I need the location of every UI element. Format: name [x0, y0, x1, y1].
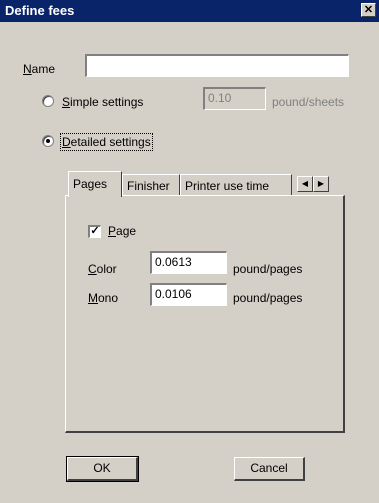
tab-scroll-left-button[interactable]: ◀ — [297, 176, 313, 192]
mono-fee-input[interactable]: 0.0106 — [150, 283, 227, 306]
color-label: Color — [88, 262, 117, 276]
mono-label: Mono — [88, 291, 119, 305]
ok-button[interactable]: OK — [66, 456, 139, 482]
close-icon: ✕ — [363, 4, 374, 16]
radio-selected-dot — [46, 139, 50, 143]
close-button[interactable]: ✕ — [361, 3, 376, 17]
arrow-right-icon: ▶ — [317, 179, 325, 188]
tab-finisher[interactable]: Finisher — [122, 174, 180, 196]
detailed-settings-label[interactable]: Detailed settings — [60, 133, 153, 151]
cancel-button[interactable]: Cancel — [234, 457, 305, 481]
title-bar[interactable]: Define fees ✕ — [0, 0, 379, 22]
page-checkbox-label[interactable]: Page — [108, 224, 136, 238]
simple-settings-unit: pound/sheets — [272, 95, 345, 109]
color-fee-input[interactable]: 0.0613 — [150, 251, 227, 274]
checkmark-icon: ✓ — [90, 225, 100, 237]
name-input[interactable] — [85, 54, 349, 77]
simple-settings-label[interactable]: Simple settings — [62, 95, 143, 109]
page-checkbox[interactable]: ✓ — [88, 225, 101, 238]
tab-printer-use-time[interactable]: Printer use time — [180, 174, 292, 196]
name-label: Name — [23, 62, 56, 76]
window-title: Define fees — [5, 3, 75, 18]
detailed-settings-radio[interactable] — [42, 135, 54, 147]
simple-settings-input: 0.10 — [203, 87, 266, 110]
color-unit: pound/pages — [233, 262, 303, 276]
tab-scroll-right-button[interactable]: ▶ — [313, 176, 329, 192]
arrow-left-icon: ◀ — [301, 179, 309, 188]
simple-settings-radio[interactable] — [42, 95, 54, 107]
tab-pages[interactable]: Pages — [68, 171, 122, 197]
mono-unit: pound/pages — [233, 291, 303, 305]
tab-panel-pages — [65, 195, 345, 433]
